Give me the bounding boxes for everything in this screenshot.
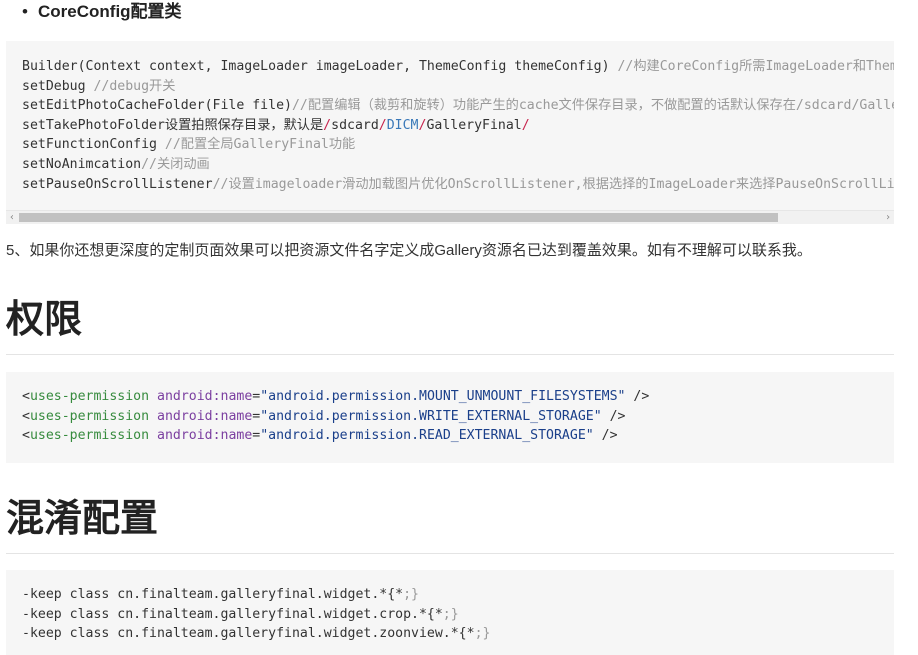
code-line: setDebug //debug开关 xyxy=(22,77,894,97)
xml-tag: uses-permission xyxy=(29,408,150,424)
code-punct: < xyxy=(22,408,30,424)
code-slash: / xyxy=(521,117,530,133)
code-line: setNoAnimcation//关闭动画 xyxy=(22,155,894,175)
code-punct: ;} xyxy=(442,606,459,622)
code-text: setDebug xyxy=(22,78,94,94)
code-punct: /> xyxy=(601,408,626,424)
code-text: setTakePhotoFolder设置拍照保存目录，默认是 xyxy=(22,117,324,133)
code-comment: //debug开关 xyxy=(93,78,176,94)
code-punct: /> xyxy=(625,389,650,404)
code-line: Builder(Context context, ImageLoader ima… xyxy=(22,57,894,77)
customization-paragraph: 5、如果你还想更深度的定制页面效果可以把资源文件名字定义成Gallery资源名已… xyxy=(6,242,812,259)
code-line: setEditPhotoCacheFolder(File file)//配置编辑… xyxy=(22,96,894,116)
scroll-right-icon[interactable]: › xyxy=(882,211,894,224)
code-punct: ;} xyxy=(403,587,419,602)
xml-attr: android:name xyxy=(157,428,253,444)
code-keyword: DICM xyxy=(386,117,419,133)
bullet-marker: • xyxy=(22,2,28,21)
config-bullet: • CoreConfig配置类 xyxy=(22,0,182,24)
code-text: GalleryFinal xyxy=(426,117,522,133)
code-punct: < xyxy=(22,428,30,444)
code-text: setNoAnimcation xyxy=(22,156,142,172)
code-punct: < xyxy=(22,389,30,404)
code-text: Builder(Context context, ImageLoader ima… xyxy=(22,59,618,74)
code-line: <uses-permission android:name="android.p… xyxy=(22,407,649,427)
scroll-left-icon[interactable]: ‹ xyxy=(6,211,18,224)
code-text: -keep class cn.finalteam.galleryfinal.wi… xyxy=(22,626,475,642)
xml-tag: uses-permission xyxy=(29,428,150,444)
xml-value: "android.permission.MOUNT_UNMOUNT_FILESY… xyxy=(260,389,626,404)
code-line: -keep class cn.finalteam.galleryfinal.wi… xyxy=(22,585,490,605)
xml-value: "android.permission.READ_EXTERNAL_STORAG… xyxy=(260,428,594,444)
code-line: setTakePhotoFolder设置拍照保存目录，默认是/sdcard/DI… xyxy=(22,116,894,136)
code-text: -keep class cn.finalteam.galleryfinal.wi… xyxy=(22,606,443,622)
code-block-permissions[interactable]: <uses-permission android:name="android.p… xyxy=(6,372,894,463)
bullet-text: CoreConfig配置类 xyxy=(38,2,182,21)
xml-attr: android:name xyxy=(157,408,253,424)
scrollbar-thumb[interactable] xyxy=(19,213,778,222)
xml-attr: android:name xyxy=(157,389,253,404)
code-comment: //配置编辑（裁剪和旋转）功能产生的cache文件保存目录，不做配置的话默认保存… xyxy=(291,98,894,114)
code-comment: //关闭动画 xyxy=(141,156,210,172)
code-text: setEditPhotoCacheFolder(File file) xyxy=(22,98,292,114)
code-line: <uses-permission android:name="android.p… xyxy=(22,387,649,407)
horizontal-scrollbar[interactable]: ‹ › xyxy=(6,210,894,224)
heading-permissions: 权限 xyxy=(6,296,894,355)
code-text: setFunctionConfig xyxy=(22,137,165,153)
code-line: -keep class cn.finalteam.galleryfinal.wi… xyxy=(22,624,490,644)
code-comment: //构建CoreConfig所需ImageLoader和ThemeConfig xyxy=(617,59,894,74)
xml-value: "android.permission.WRITE_EXTERNAL_STORA… xyxy=(260,408,602,424)
xml-tag: uses-permission xyxy=(29,389,150,404)
code-line: setFunctionConfig //配置全局GalleryFinal功能 xyxy=(22,135,894,155)
code-comment: //配置全局GalleryFinal功能 xyxy=(164,137,356,153)
code-line: setPauseOnScrollListener//设置imageloader滑… xyxy=(22,175,894,195)
code-text: sdcard xyxy=(331,117,379,133)
heading-obfuscation: 混淆配置 xyxy=(6,495,894,554)
code-slash: / xyxy=(378,117,387,133)
code-block-proguard[interactable]: -keep class cn.finalteam.galleryfinal.wi… xyxy=(6,570,894,655)
code-line: <uses-permission android:name="android.p… xyxy=(22,426,649,446)
code-punct: ;} xyxy=(474,626,491,642)
code-text: setPauseOnScrollListener xyxy=(22,176,213,192)
code-slash: / xyxy=(323,117,332,133)
code-block-coreconfig[interactable]: Builder(Context context, ImageLoader ima… xyxy=(6,41,894,224)
code-comment: //设置imageloader滑动加载图片优化OnScrollListener,… xyxy=(212,176,894,192)
code-text: -keep class cn.finalteam.galleryfinal.wi… xyxy=(22,587,404,602)
code-punct: /> xyxy=(593,428,618,444)
code-line: -keep class cn.finalteam.galleryfinal.wi… xyxy=(22,605,490,625)
